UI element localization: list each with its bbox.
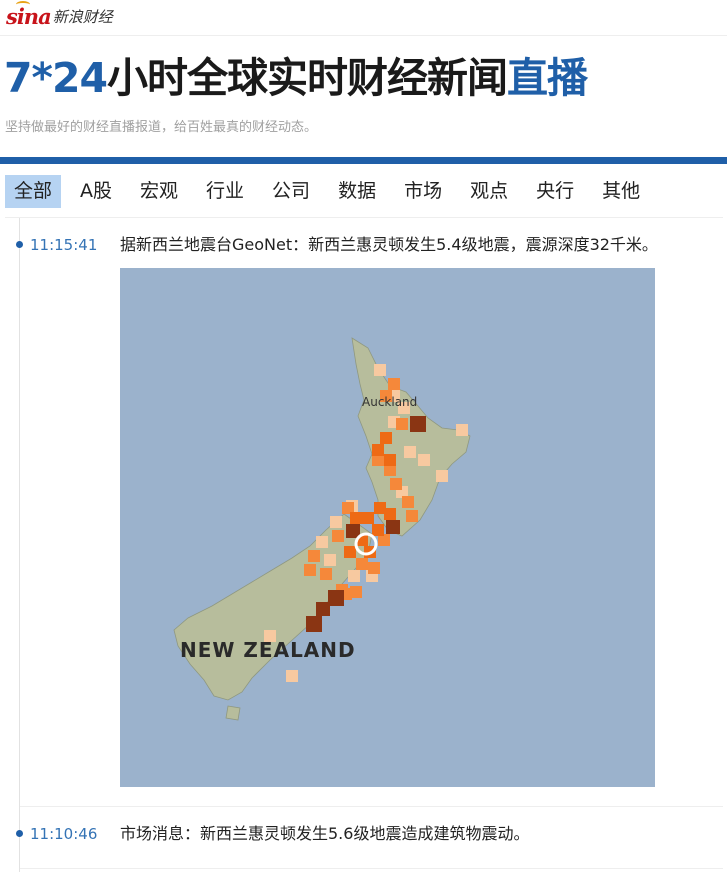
- tab-all[interactable]: 全部: [5, 175, 62, 208]
- news-text[interactable]: 市场消息：新西兰惠灵顿发生5.6级地震造成建筑物震动。: [120, 824, 529, 844]
- bullet-dot-icon: [16, 830, 23, 837]
- page-title: 7*24小时全球实时财经新闻直播: [4, 52, 588, 104]
- header-divider: [0, 157, 727, 164]
- category-tabs: 全部 A股 宏观 行业 公司 数据 市场 观点 央行 其他: [5, 175, 659, 208]
- entry-divider: [20, 868, 723, 869]
- title-prefix: 7*24: [4, 54, 108, 102]
- tab-a-shares[interactable]: A股: [71, 175, 121, 208]
- title-middle: 小时全球实时财经新闻: [107, 54, 508, 102]
- earthquake-intensity-map[interactable]: Auckland NEW ZEALAND: [120, 268, 655, 787]
- entry-divider: [20, 806, 723, 807]
- tab-market[interactable]: 市场: [395, 175, 451, 208]
- bullet-dot-icon: [16, 241, 23, 248]
- page-subtitle: 坚持做最好的财经直播报道，给百姓最真的财经动态。: [5, 120, 318, 135]
- map-label-city: Auckland: [362, 395, 417, 409]
- news-time: 11:10:46: [30, 825, 98, 843]
- sina-finance-logo[interactable]: sina 新浪财经: [6, 1, 113, 29]
- timeline-line: [19, 218, 20, 872]
- news-time: 11:15:41: [30, 236, 98, 254]
- news-text[interactable]: 据新西兰地震台GeoNet：新西兰惠灵顿发生5.4级地震，震源深度32千米。: [120, 235, 658, 255]
- tab-central-bank[interactable]: 央行: [527, 175, 583, 208]
- sina-logo-mark: sina: [6, 4, 52, 29]
- tab-macro[interactable]: 宏观: [131, 175, 187, 208]
- map-label-country: NEW ZEALAND: [180, 638, 356, 662]
- site-header: sina 新浪财经: [0, 0, 727, 36]
- logo-text: 新浪财经: [52, 8, 113, 26]
- tab-industry[interactable]: 行业: [197, 175, 253, 208]
- stewart-island-land: [225, 705, 241, 721]
- tab-company[interactable]: 公司: [263, 175, 319, 208]
- title-suffix: 直播: [507, 54, 588, 102]
- tab-opinion[interactable]: 观点: [461, 175, 517, 208]
- new-zealand-map: Auckland NEW ZEALAND: [173, 337, 471, 721]
- tab-data[interactable]: 数据: [329, 175, 385, 208]
- tabs-divider: [5, 217, 723, 218]
- tab-other[interactable]: 其他: [593, 175, 649, 208]
- sina-logo-eye-icon: [16, 1, 30, 8]
